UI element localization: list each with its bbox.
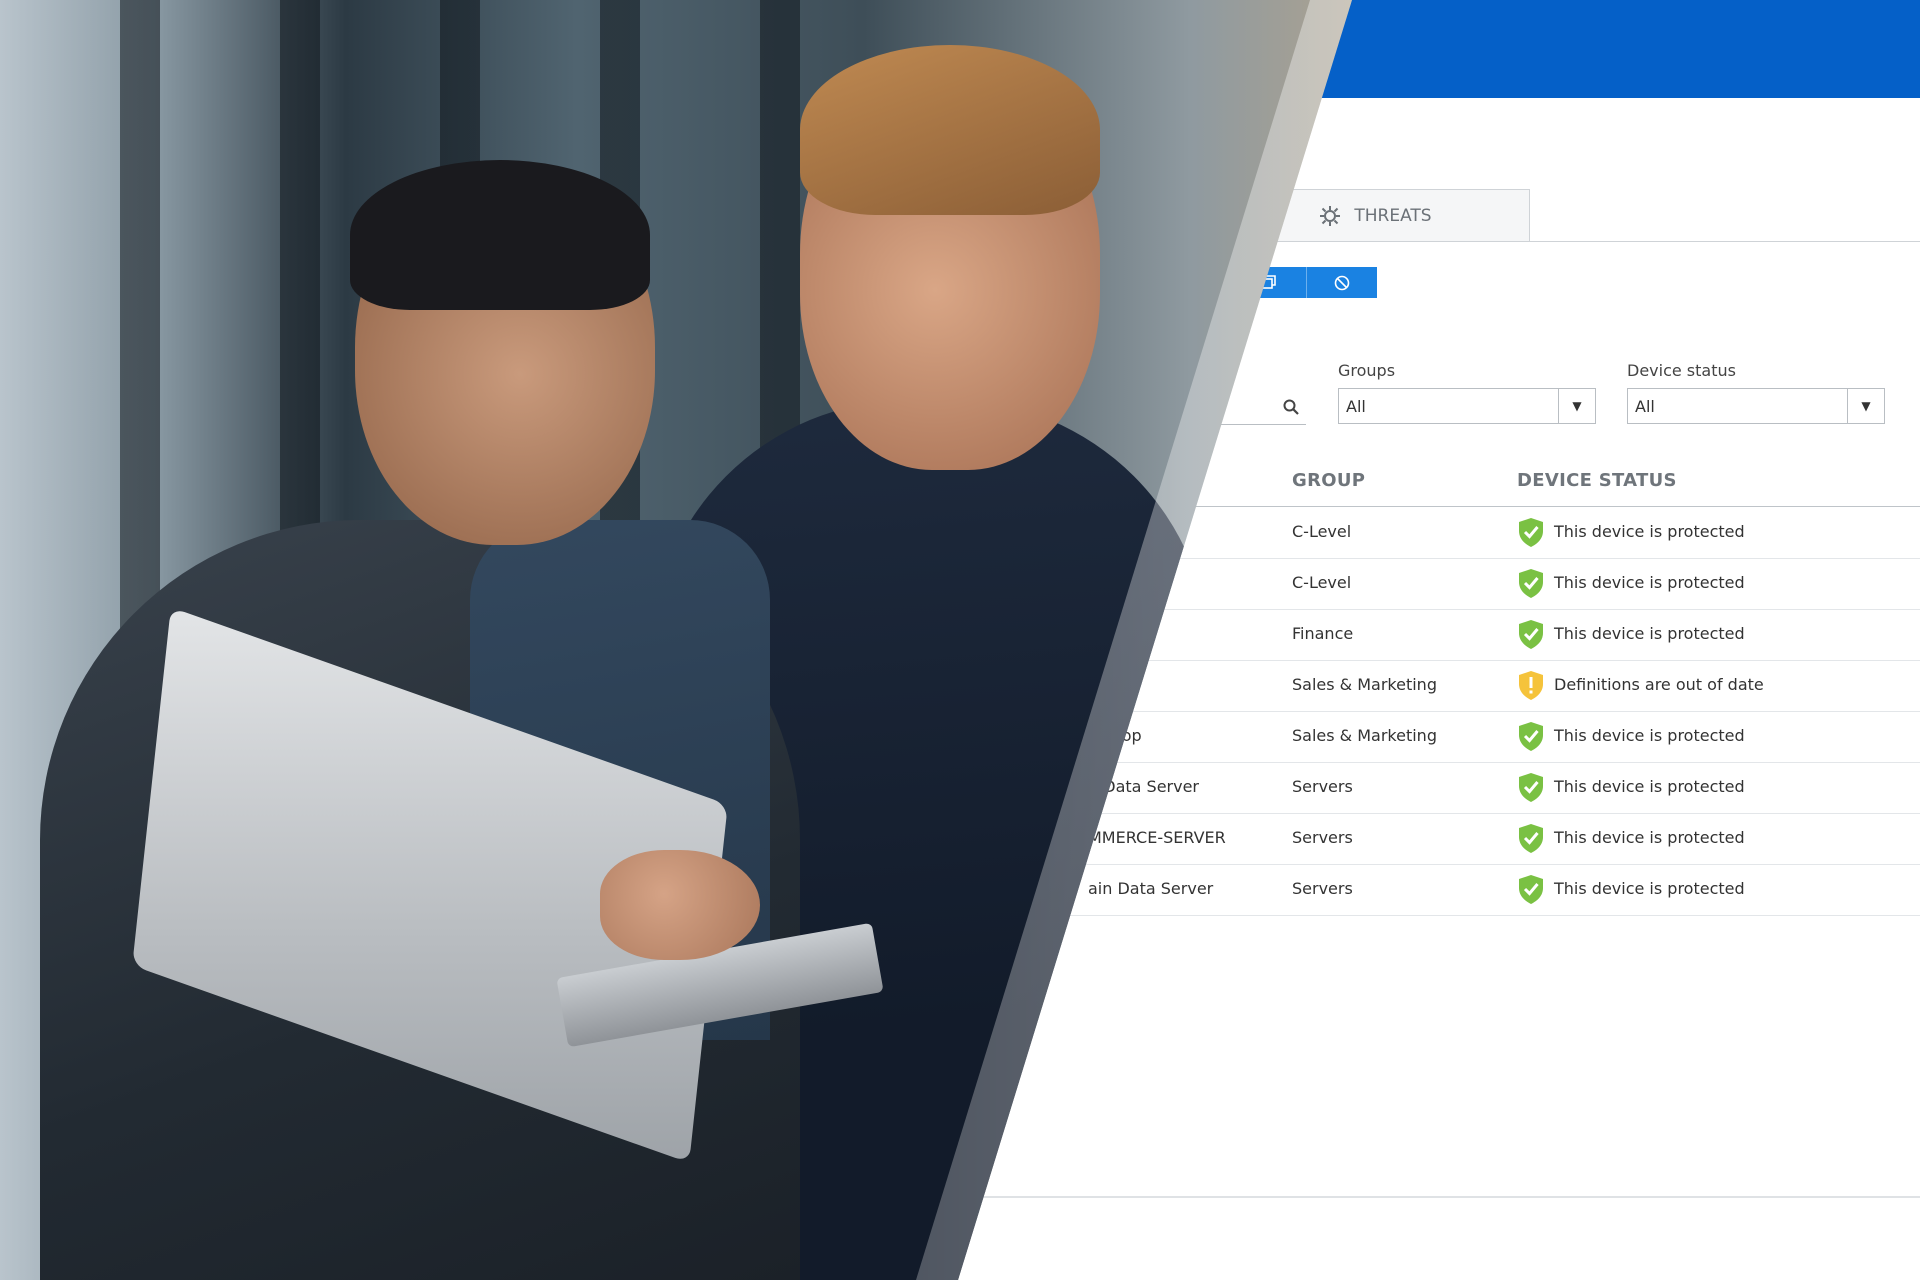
pointing-hand <box>600 850 760 960</box>
table-row[interactable]: esktopSales & MarketingThis device is pr… <box>1000 711 1920 763</box>
table-row[interactable]: MMERCE-SERVER Servers This device is prote… <box>1000 813 1920 865</box>
device-group: Servers <box>1292 777 1353 796</box>
groups-select[interactable]: All ▼ <box>1338 388 1596 424</box>
panel-footer-divider <box>960 1196 1920 1198</box>
column-header-device-status[interactable]: DEVICE STATUS <box>1517 470 1677 491</box>
column-header-group[interactable]: GROUP <box>1292 470 1365 491</box>
shield-check-icon <box>1519 824 1543 853</box>
device-status-text: This device is protected <box>1554 879 1745 898</box>
table-row[interactable]: ain Data Server Servers This device is pro… <box>1000 864 1920 916</box>
device-status-select[interactable]: All ▼ <box>1627 388 1885 424</box>
device-group: Sales & Marketing <box>1292 726 1437 745</box>
device-status-filter-label: Device status <box>1627 361 1736 380</box>
table-row[interactable]: p Data Server Servers This device is prote… <box>1000 762 1920 814</box>
groups-filter-label: Groups <box>1338 361 1396 380</box>
chevron-down-icon: ▼ <box>1847 389 1884 423</box>
shield-check-icon <box>1519 569 1543 598</box>
groups-select-value: All <box>1346 397 1366 416</box>
person-right-hair <box>800 45 1100 215</box>
shield-warning-icon <box>1519 671 1543 700</box>
device-name: ain Data Server <box>1088 879 1214 898</box>
shield-check-icon <box>1519 620 1543 649</box>
block-icon <box>1334 275 1350 290</box>
device-status-text: Definitions are out of date <box>1554 675 1764 694</box>
device-status-text: This device is protected <box>1554 624 1745 643</box>
device-name: MMERCE-SERVER <box>1088 828 1226 847</box>
shield-check-icon <box>1519 773 1543 802</box>
device-group: C-Level <box>1292 522 1352 541</box>
device-group: Servers <box>1292 879 1353 898</box>
device-status-text: This device is protected <box>1554 573 1745 592</box>
shield-check-icon <box>1519 722 1543 751</box>
device-status-text: This device is protected <box>1554 828 1745 847</box>
person-left-hair <box>350 160 650 310</box>
device-status-text: This device is protected <box>1554 777 1745 796</box>
device-status-text: This device is protected <box>1554 522 1745 541</box>
shield-check-icon <box>1519 518 1543 547</box>
search-icon <box>1283 399 1299 415</box>
chevron-down-icon: ▼ <box>1558 389 1595 423</box>
block-button[interactable] <box>1307 267 1377 298</box>
device-group: C-Level <box>1292 573 1352 592</box>
device-status-select-value: All <box>1635 397 1655 416</box>
device-status-text: This device is protected <box>1554 726 1745 745</box>
device-group: Servers <box>1292 828 1353 847</box>
shield-check-icon <box>1519 875 1543 904</box>
device-group: Finance <box>1292 624 1354 643</box>
device-group: Sales & Marketing <box>1292 675 1437 694</box>
virus-icon <box>1320 206 1341 226</box>
tab-threats-label: THREATS <box>1354 206 1432 226</box>
